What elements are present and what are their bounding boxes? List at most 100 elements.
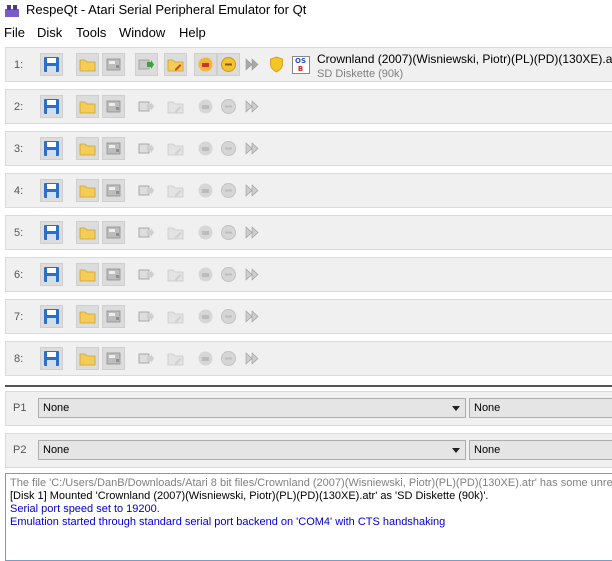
happy-icon — [220, 56, 237, 73]
edit-folder-button[interactable] — [164, 221, 187, 244]
skip-forward-button[interactable] — [241, 305, 264, 328]
write-protect-button[interactable] — [194, 263, 217, 286]
edit-folder-icon — [167, 57, 184, 72]
save-button[interactable] — [40, 263, 63, 286]
edit-folder-button[interactable] — [164, 347, 187, 370]
edit-folder-button[interactable] — [164, 53, 187, 76]
happy-button[interactable] — [217, 347, 240, 370]
menu-window[interactable]: Window — [119, 25, 165, 40]
chevron-down-icon — [452, 448, 460, 453]
open-folder-button[interactable] — [76, 179, 99, 202]
next-slot-button[interactable] — [135, 305, 158, 328]
edit-folder-button[interactable] — [164, 95, 187, 118]
next-slot-button[interactable] — [135, 263, 158, 286]
save-button[interactable] — [40, 221, 63, 244]
eject-button[interactable] — [102, 221, 125, 244]
happy-button[interactable] — [217, 179, 240, 202]
save-button[interactable] — [40, 95, 63, 118]
save-button[interactable] — [40, 347, 63, 370]
open-folder-icon — [79, 57, 96, 72]
next-slot-button[interactable] — [135, 53, 158, 76]
edit-folder-button[interactable] — [164, 305, 187, 328]
skip-forward-button[interactable] — [241, 53, 264, 76]
skip-forward-button[interactable] — [241, 347, 264, 370]
disk-slot-label: 2: — [14, 101, 24, 113]
happy-button[interactable] — [217, 137, 240, 160]
skip-forward-button[interactable] — [241, 263, 264, 286]
save-button[interactable] — [40, 179, 63, 202]
write-protect-button[interactable] — [194, 53, 217, 76]
open-folder-button[interactable] — [76, 53, 99, 76]
eject-button[interactable] — [102, 137, 125, 160]
eject-button[interactable] — [102, 305, 125, 328]
write-protect-button[interactable] — [194, 347, 217, 370]
happy-button[interactable] — [217, 221, 240, 244]
next-slot-button[interactable] — [135, 95, 158, 118]
printer-row-p2: P2 None None — [5, 433, 612, 468]
next-slot-button[interactable] — [135, 179, 158, 202]
open-folder-button[interactable] — [76, 263, 99, 286]
save-button[interactable] — [40, 137, 63, 160]
next-slot-icon — [138, 183, 155, 198]
printer-model-select[interactable]: None — [38, 440, 466, 460]
write-protect-button[interactable] — [194, 179, 217, 202]
menu-file[interactable]: File — [4, 25, 25, 40]
eject-button[interactable] — [102, 263, 125, 286]
skip-forward-button[interactable] — [241, 221, 264, 244]
save-icon — [43, 140, 60, 157]
skip-forward-button[interactable] — [241, 95, 264, 118]
happy-button[interactable] — [217, 95, 240, 118]
menu-tools[interactable]: Tools — [76, 25, 106, 40]
happy-button[interactable] — [217, 305, 240, 328]
open-folder-button[interactable] — [76, 95, 99, 118]
happy-button[interactable] — [217, 53, 240, 76]
write-protect-button[interactable] — [194, 137, 217, 160]
os-b-icon: OS B — [291, 55, 310, 74]
write-protect-button[interactable] — [194, 221, 217, 244]
log-panel[interactable]: The file 'C:/Users/DanB/Downloads/Atari … — [5, 473, 612, 561]
eject-button[interactable] — [102, 179, 125, 202]
menu-help[interactable]: Help — [179, 25, 206, 40]
printer-output-value: None — [474, 444, 501, 456]
write-protect-button[interactable] — [194, 305, 217, 328]
edit-folder-button[interactable] — [164, 179, 187, 202]
disk-slot-label: 8: — [14, 353, 24, 365]
open-folder-button[interactable] — [76, 137, 99, 160]
edit-folder-button[interactable] — [164, 137, 187, 160]
printer-model-select[interactable]: None — [38, 398, 466, 418]
open-folder-button[interactable] — [76, 221, 99, 244]
skip-forward-button[interactable] — [241, 137, 264, 160]
save-icon — [43, 182, 60, 199]
shield-icon — [268, 56, 285, 73]
eject-button[interactable] — [102, 95, 125, 118]
disk-slot-label: 3: — [14, 143, 24, 155]
save-button[interactable] — [40, 53, 63, 76]
eject-icon — [105, 351, 122, 366]
write-protect-button[interactable] — [194, 95, 217, 118]
open-folder-button[interactable] — [76, 347, 99, 370]
disk-image-name: Crownland (2007)(Wisniewski, Piotr)(PL)(… — [317, 52, 612, 66]
open-folder-icon — [79, 183, 96, 198]
save-button[interactable] — [40, 305, 63, 328]
next-slot-button[interactable] — [135, 347, 158, 370]
disk-slot-label: 5: — [14, 227, 24, 239]
eject-icon — [105, 183, 122, 198]
printer-output-select[interactable]: None — [469, 440, 612, 460]
open-folder-button[interactable] — [76, 305, 99, 328]
next-slot-button[interactable] — [135, 221, 158, 244]
menu-disk[interactable]: Disk — [37, 25, 62, 40]
eject-button[interactable] — [102, 347, 125, 370]
happy-button[interactable] — [217, 263, 240, 286]
os-b-button[interactable]: OS B — [289, 53, 312, 76]
next-slot-icon — [138, 141, 155, 156]
skip-forward-button[interactable] — [241, 179, 264, 202]
next-slot-button[interactable] — [135, 137, 158, 160]
edit-folder-icon — [167, 351, 184, 366]
write-protect-icon — [197, 266, 214, 283]
save-icon — [43, 98, 60, 115]
shield-button[interactable] — [265, 53, 288, 76]
eject-button[interactable] — [102, 53, 125, 76]
disk-row-5: 5: — [5, 215, 612, 250]
printer-output-select[interactable]: None — [469, 398, 612, 418]
edit-folder-button[interactable] — [164, 263, 187, 286]
